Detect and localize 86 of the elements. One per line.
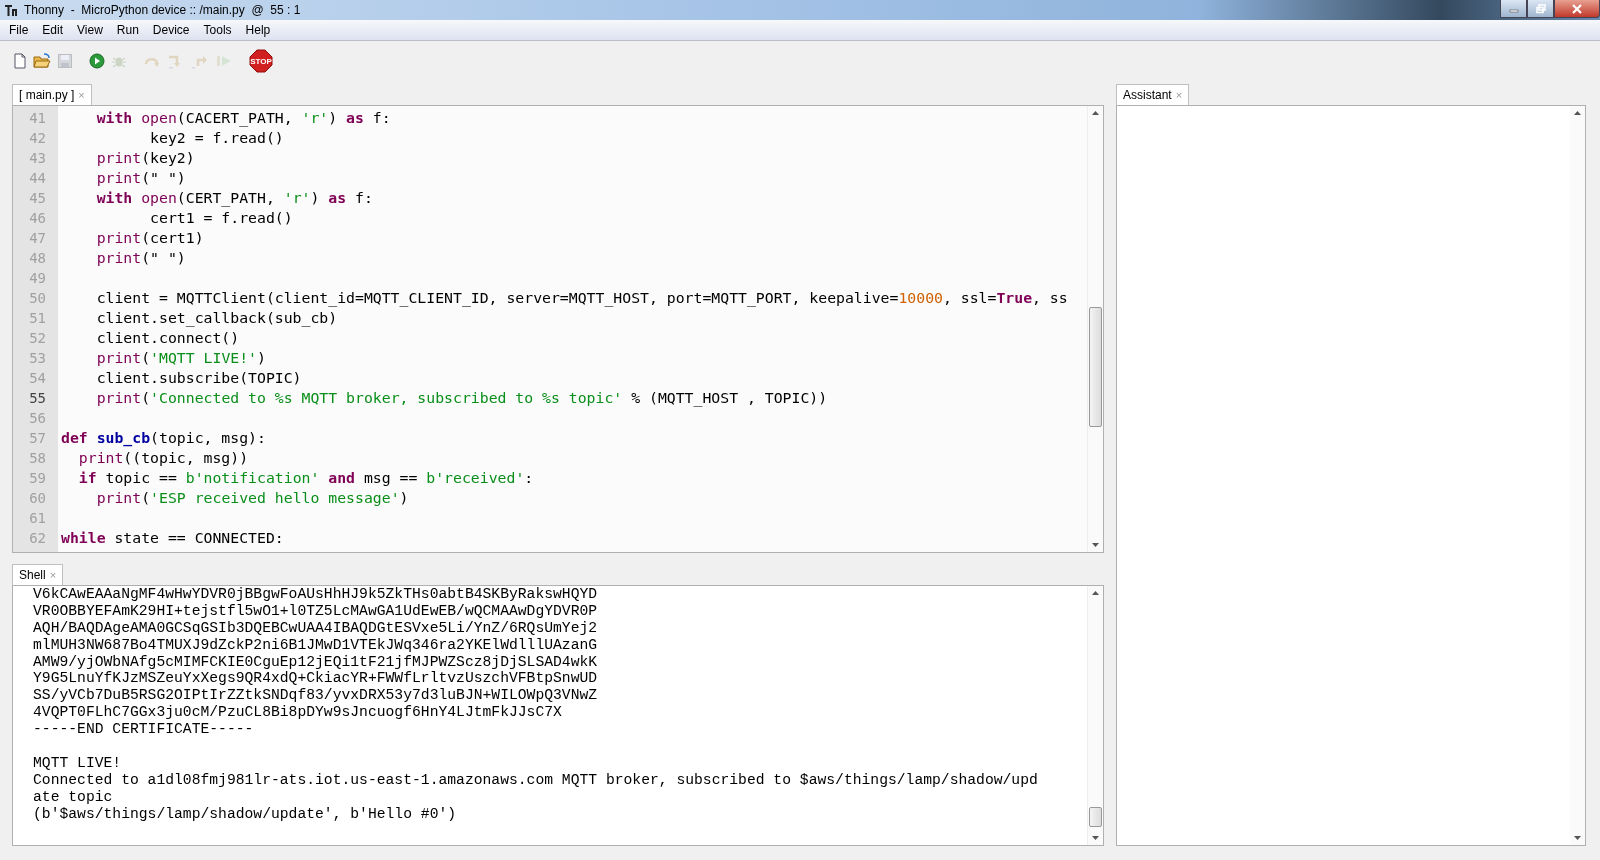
line-number: 59 bbox=[28, 469, 47, 488]
line-number: 50 bbox=[28, 289, 47, 308]
arrow-down-icon[interactable] bbox=[1574, 836, 1581, 840]
line-number: 62 bbox=[28, 529, 47, 548]
code-line: print('MQTT LIVE!') bbox=[95, 349, 266, 366]
shell-output-line: Connected to a1dl08fmj981lr-ats.iot.us-east-1.amazonaws.com MQTT broker, subscribed to $aws/things/lamp/shadow/upd bbox=[33, 771, 1039, 789]
line-number: 43 bbox=[28, 149, 47, 168]
arrow-up-icon[interactable] bbox=[1574, 111, 1581, 115]
shell-output-line: AMW9/yjOWbNAfg5cMIMFCKIE0CguEp12jEQi1tF21jfMJPWZScz8jDjSLSAD4wkK bbox=[33, 653, 599, 671]
line-number: 53 bbox=[28, 349, 47, 368]
code-line: while state == CONNECTED: bbox=[61, 529, 284, 546]
code-line: if topic == b'notification' and msg == b'received': bbox=[77, 469, 534, 486]
minimize-button[interactable] bbox=[1500, 0, 1527, 18]
app-logo-icon bbox=[4, 3, 18, 17]
line-number: 49 bbox=[28, 269, 47, 288]
line-number: 55 bbox=[28, 389, 47, 408]
restore-button[interactable] bbox=[1527, 0, 1554, 18]
shell-output-line: ate topic bbox=[33, 788, 114, 806]
line-number: 52 bbox=[28, 329, 47, 348]
line-number: 42 bbox=[28, 129, 47, 148]
assistant-tab[interactable]: Assistant × bbox=[1116, 84, 1190, 105]
shell-output-line: MQTT LIVE! bbox=[33, 755, 123, 772]
shell-output-line: AQH/BAQDAgeAMA0GCSqGSIb3DQEBCwUAA4IBAQDGtESVxe5Li/YnZ/6RQsUmYej2 bbox=[33, 619, 599, 637]
arrow-up-icon[interactable] bbox=[1092, 111, 1099, 115]
code-line: with open(CACERT_PATH, 'r') as f: bbox=[95, 109, 391, 126]
new-button[interactable] bbox=[12, 52, 28, 70]
close-icon bbox=[1570, 3, 1584, 14]
restore-icon bbox=[1534, 3, 1547, 14]
menu-item[interactable]: Device bbox=[145, 23, 197, 37]
shell-output-line: V6kCAwEAAaNgMF4wHwYDVR0jBBgwFoAUsHhHJ9k5ZkTHs0abtB4SKByRakswHQYD bbox=[33, 586, 599, 603]
line-number: 51 bbox=[28, 309, 47, 328]
line-number: 56 bbox=[28, 409, 47, 428]
scrollbar[interactable] bbox=[1087, 106, 1103, 552]
code-line: with open(CERT_PATH, 'r') as f: bbox=[95, 189, 373, 206]
code-line: cert1 = f.read() bbox=[149, 209, 293, 226]
scrollbar[interactable] bbox=[1570, 106, 1585, 845]
shell-output-line: 4VQPT0FLhC7GGx3ju0cM/PzuCL8Bi8pDYw9sJncuogf6HnY4LJtmFkJJsC7X bbox=[33, 704, 563, 722]
code-line: def sub_cb(topic, msg): bbox=[61, 429, 266, 446]
line-number: 61 bbox=[28, 509, 47, 528]
line-number: 60 bbox=[28, 489, 47, 508]
code-line: print(cert1) bbox=[95, 229, 204, 246]
arrow-down-icon[interactable] bbox=[1092, 836, 1099, 840]
line-number: 45 bbox=[28, 189, 47, 208]
menu-item[interactable]: Edit bbox=[35, 23, 71, 37]
line-number: 41 bbox=[28, 109, 47, 128]
menu-item[interactable]: View bbox=[70, 23, 110, 37]
line-number: 48 bbox=[28, 249, 47, 268]
shell-output-line: VR0OBBYEFAmK29HI+tejstfl5wO1+l0TZ5LcMAwGA1UdEwEB/wQCMAAwDgYDVR0P bbox=[33, 602, 599, 620]
shell-output-line: mlMUH3NW687Bo4TMUXJ9dZckP2ni6B1JMwD1VTEkJWq346ra2YKElWdlllUAzanG bbox=[33, 636, 599, 654]
window-title: Thonny - MicroPython device :: /main.py @ 55 : 1 bbox=[24, 3, 301, 17]
stop-button[interactable]: STOP bbox=[248, 48, 274, 74]
code-line: client.set_callback(sub_cb) bbox=[95, 309, 338, 326]
shell-output-line: Y9G5LnuYfKJzMSZeuYxXegs9QR4xdQ+CkiacYR+FWWfLrltvzUszchVFBtpSnwUD bbox=[33, 670, 599, 688]
shell-output-line: (b'$aws/things/lamp/shadow/update', b'Hello #0') bbox=[33, 805, 458, 823]
code-line: client = MQTTClient(client_id=MQTT_CLIENT_ID, server=MQTT_HOST, port=MQTT_PORT, keepalive=10000, ssl=True, ss bbox=[95, 289, 1068, 306]
code-line: print(" ") bbox=[95, 249, 186, 266]
menu-item[interactable]: Help bbox=[238, 23, 278, 37]
code-line: print(key2) bbox=[95, 149, 195, 166]
code-line: print('ESP received hello message') bbox=[95, 489, 409, 506]
shell-output-line: -----END CERTIFICATE----- bbox=[33, 721, 255, 738]
close-button[interactable] bbox=[1554, 0, 1600, 18]
code-line: print('Connected to %s MQTT broker, subscribed to %s topic' % (MQTT_HOST , TOPIC)) bbox=[95, 389, 828, 406]
line-number: 44 bbox=[28, 169, 47, 188]
line-number: 47 bbox=[28, 229, 47, 248]
code-line: client.subscribe(TOPIC) bbox=[95, 369, 302, 386]
line-number: 46 bbox=[28, 209, 47, 228]
code-line: key2 = f.read() bbox=[149, 129, 284, 146]
shell-output-line: SS/yVCb7DuB5RSG2OIPtIrZZtkSNDqf83/yvxDRX53y7d3luBJN+WILOWpQ3VNwZ bbox=[33, 687, 599, 705]
code-line: print((topic, msg)) bbox=[77, 449, 249, 466]
menu-item[interactable]: Run bbox=[109, 23, 146, 37]
run-button[interactable] bbox=[88, 52, 106, 70]
open-button[interactable] bbox=[32, 52, 52, 70]
scroll-thumb[interactable] bbox=[1089, 807, 1102, 827]
shell-tab[interactable]: Shell × bbox=[12, 564, 64, 585]
code-line: client.connect() bbox=[95, 329, 240, 346]
scroll-thumb[interactable] bbox=[1089, 307, 1102, 427]
menu-item[interactable]: Tools bbox=[196, 23, 239, 37]
arrow-down-icon[interactable] bbox=[1092, 543, 1099, 547]
arrow-up-icon[interactable] bbox=[1092, 591, 1099, 595]
scrollbar[interactable] bbox=[1087, 586, 1103, 845]
line-number: 57 bbox=[28, 429, 47, 448]
menu-item[interactable]: File bbox=[2, 23, 36, 37]
code-line: print(" ") bbox=[95, 169, 186, 186]
line-number: 54 bbox=[28, 369, 47, 388]
editor-tab[interactable]: [ main.py ] × bbox=[12, 84, 92, 105]
line-number: 58 bbox=[28, 449, 47, 468]
